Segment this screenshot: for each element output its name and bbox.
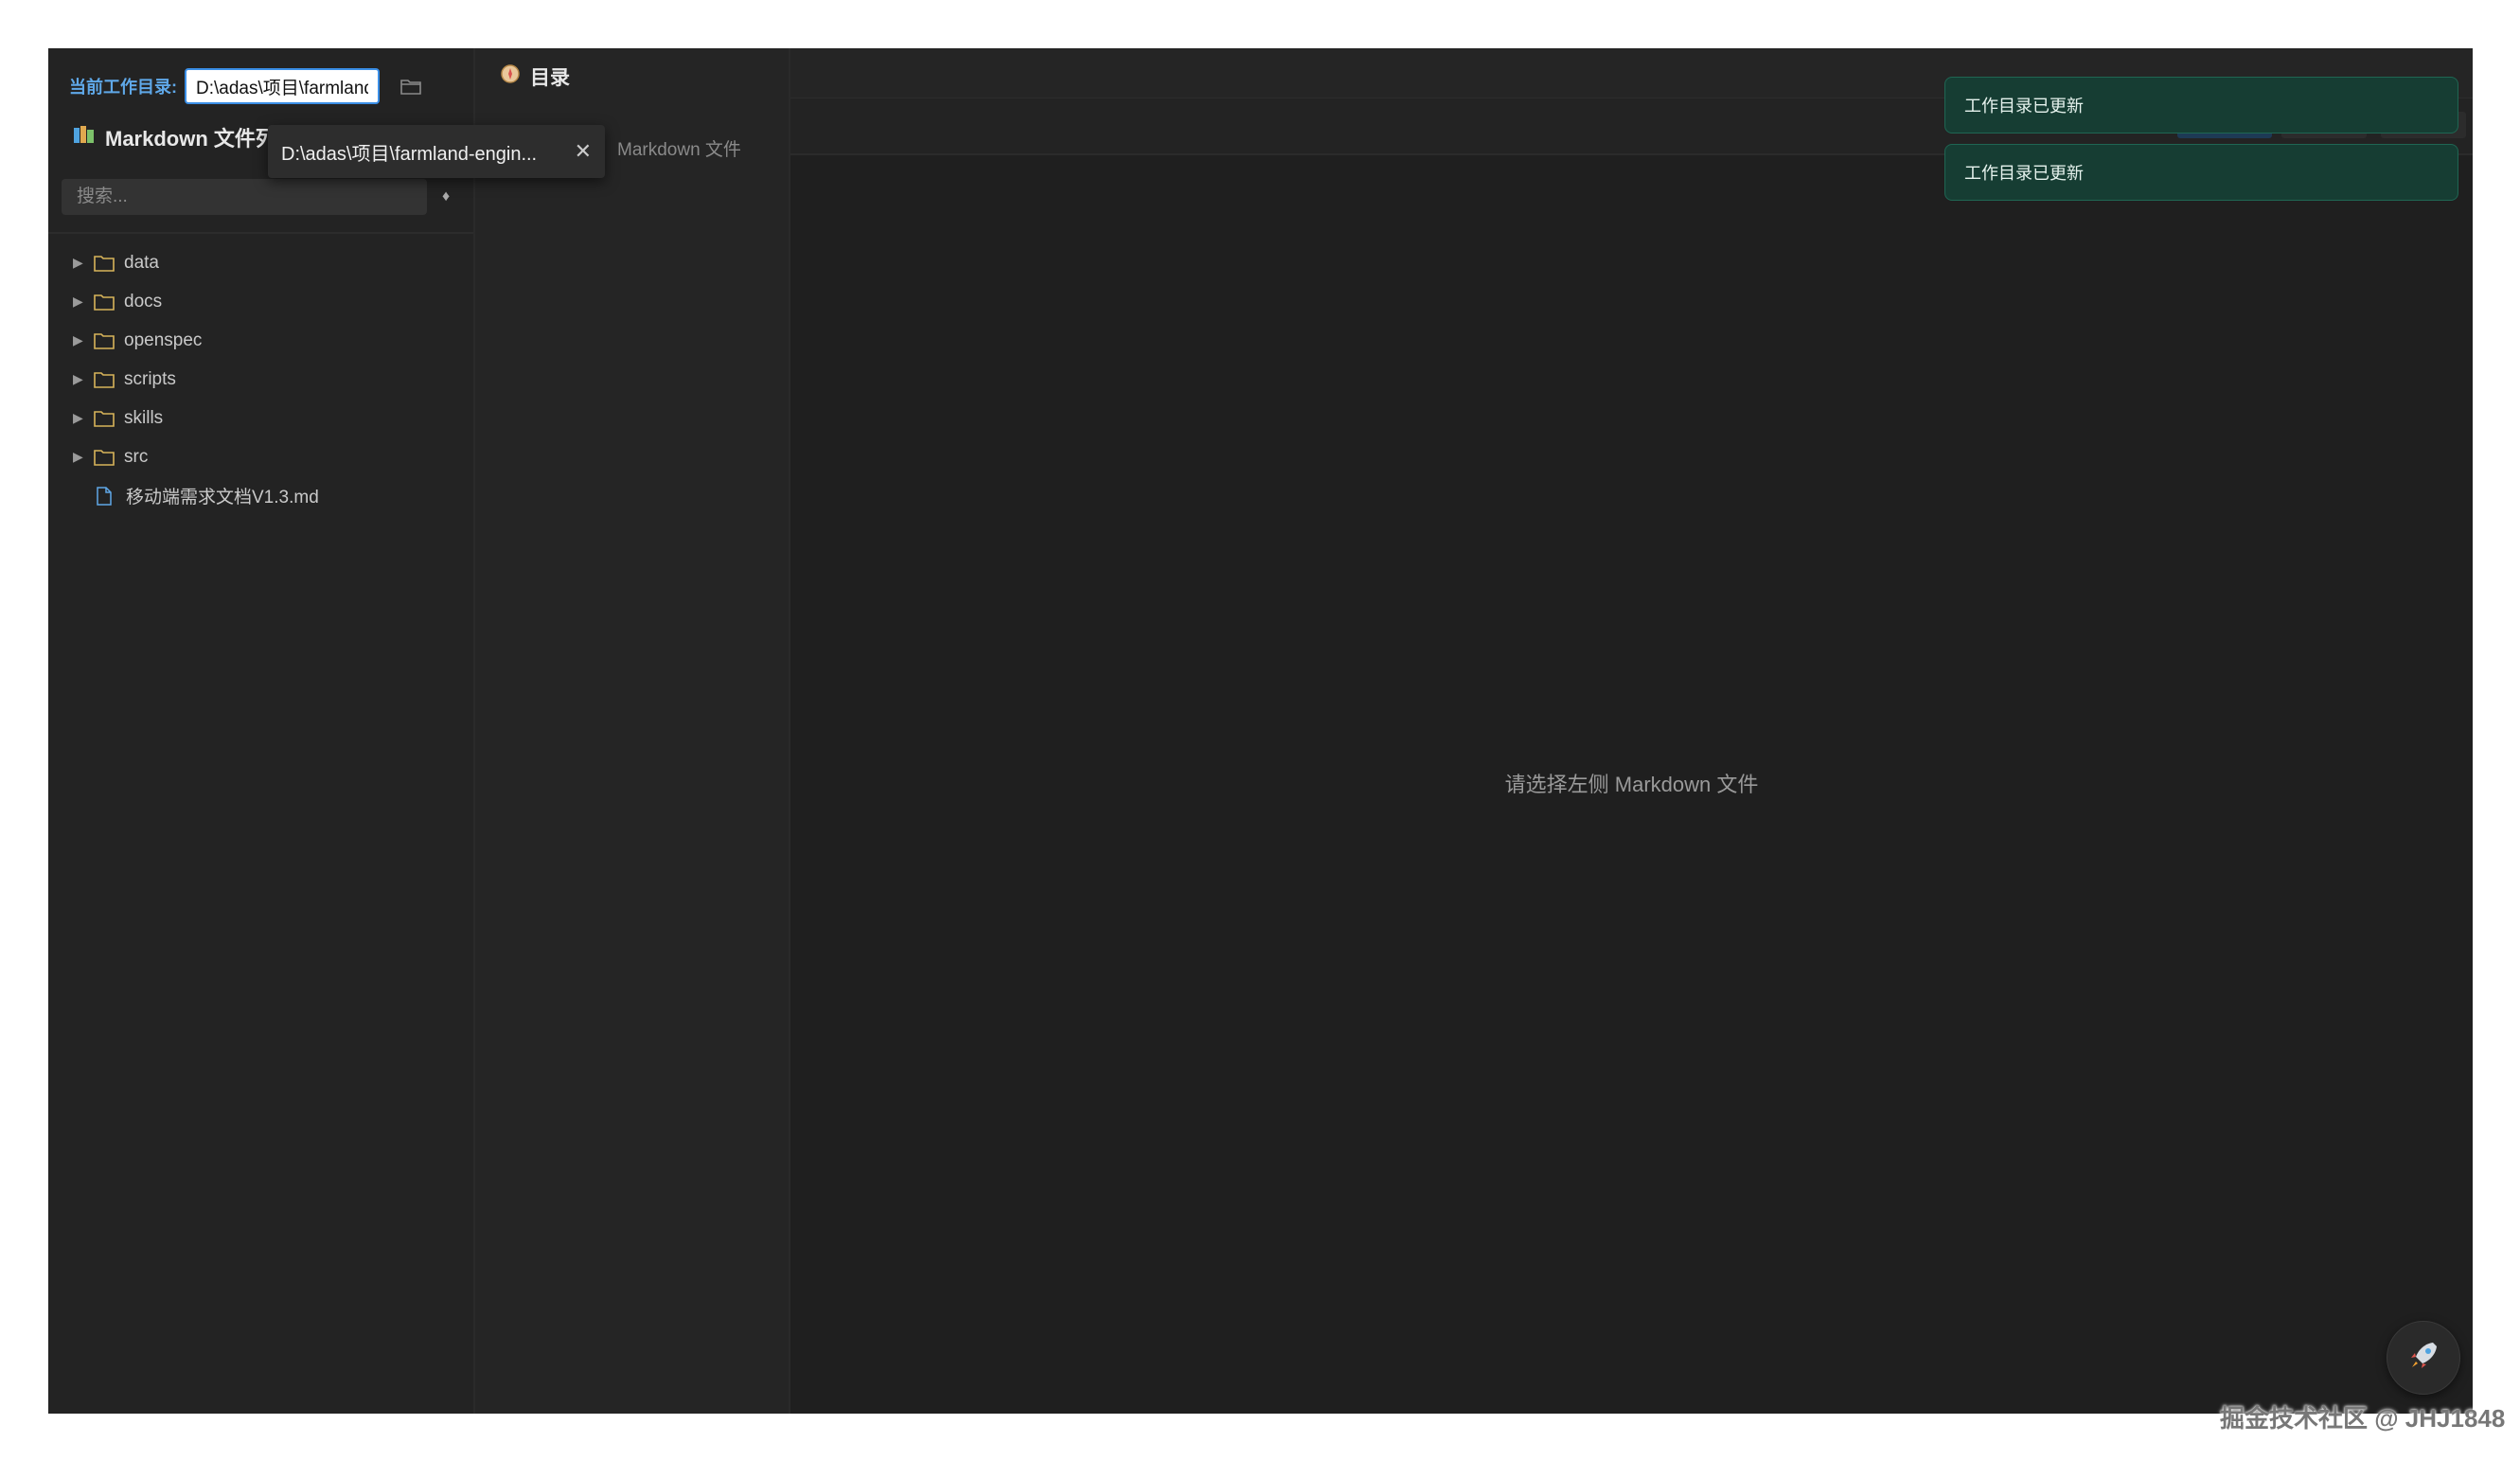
- tree-item-label: data: [124, 252, 159, 273]
- workdir-input[interactable]: [185, 68, 380, 104]
- tooltip-text: D:\adas\项目\farmland-engin...: [281, 143, 538, 165]
- folder-icon: [94, 449, 115, 466]
- chevron-right-icon[interactable]: ▶: [73, 371, 90, 387]
- main-content: 请选择左侧 Markdown 文件: [790, 48, 2473, 1414]
- tree-item-label: skills: [124, 407, 164, 428]
- tree-folder-item[interactable]: ▶ data: [48, 243, 473, 282]
- toast-notification[interactable]: 工作目录已更新: [1944, 144, 2458, 201]
- workdir-label: 当前工作目录:: [69, 78, 177, 97]
- search-row: ♦: [62, 179, 450, 215]
- search-input[interactable]: [62, 179, 427, 215]
- close-icon[interactable]: ✕: [575, 139, 592, 164]
- tree-folder-item[interactable]: ▶ src: [48, 437, 473, 476]
- toast-notification[interactable]: 工作目录已更新: [1944, 77, 2458, 134]
- folder-icon: [94, 294, 115, 311]
- toc-title: 目录: [530, 67, 570, 89]
- tree-folder-item[interactable]: ▶ scripts: [48, 360, 473, 399]
- tree-folder-item[interactable]: ▶ openspec: [48, 321, 473, 360]
- rocket-button[interactable]: [2387, 1321, 2460, 1395]
- folder-icon: [94, 332, 115, 349]
- toc-panel: 目录 Markdown 文件: [475, 48, 790, 1414]
- folder-icon: [94, 255, 115, 272]
- chevron-right-icon[interactable]: ▶: [73, 294, 90, 310]
- refresh-icon[interactable]: ♦: [442, 188, 450, 205]
- file-tree: ▶ data ▶ docs ▶ openspec ▶ scripts ▶ skills ▶ src 移动…: [48, 243, 473, 515]
- books-icon: [73, 124, 96, 151]
- tree-folder-item[interactable]: ▶ docs: [48, 282, 473, 321]
- chevron-right-icon[interactable]: ▶: [73, 449, 90, 465]
- sidebar-title: Markdown 文件列表: [73, 120, 297, 154]
- rocket-icon: [2406, 1339, 2440, 1378]
- folder-icon: [94, 410, 115, 427]
- chevron-right-icon[interactable]: ▶: [73, 332, 90, 348]
- path-tooltip: D:\adas\项目\farmland-engin... ✕: [268, 125, 605, 178]
- folder-open-icon[interactable]: [397, 72, 425, 100]
- folder-icon: [94, 371, 115, 388]
- main-empty-text: 请选择左侧 Markdown 文件: [1504, 773, 1759, 796]
- watermark: 掘金技术社区 @ JHJ1848: [2220, 1404, 2506, 1433]
- tree-folder-item[interactable]: ▶ skills: [48, 399, 473, 437]
- app-window: 当前工作目录: Markdown 文件列表 ♦ ▶ data ▶ docs ▶ opens…: [48, 48, 2473, 1414]
- chevron-right-icon[interactable]: ▶: [73, 255, 90, 271]
- tree-item-label: scripts: [124, 368, 176, 389]
- tree-item-label: src: [124, 446, 149, 467]
- sidebar-divider: [48, 232, 473, 234]
- file-icon: [96, 486, 116, 506]
- chevron-right-icon[interactable]: ▶: [73, 410, 90, 426]
- toc-header: 目录: [475, 48, 789, 105]
- compass-icon: [500, 63, 521, 90]
- toc-empty-text: Markdown 文件: [617, 140, 741, 160]
- tree-item-label: openspec: [124, 329, 203, 350]
- file-sidebar: 当前工作目录: Markdown 文件列表 ♦ ▶ data ▶ docs ▶ opens…: [48, 48, 475, 1414]
- tree-item-label: docs: [124, 291, 163, 312]
- tree-file-item[interactable]: 移动端需求文档V1.3.md: [48, 476, 473, 515]
- tree-item-label: 移动端需求文档V1.3.md: [126, 488, 319, 507]
- workdir-row: 当前工作目录:: [69, 67, 425, 105]
